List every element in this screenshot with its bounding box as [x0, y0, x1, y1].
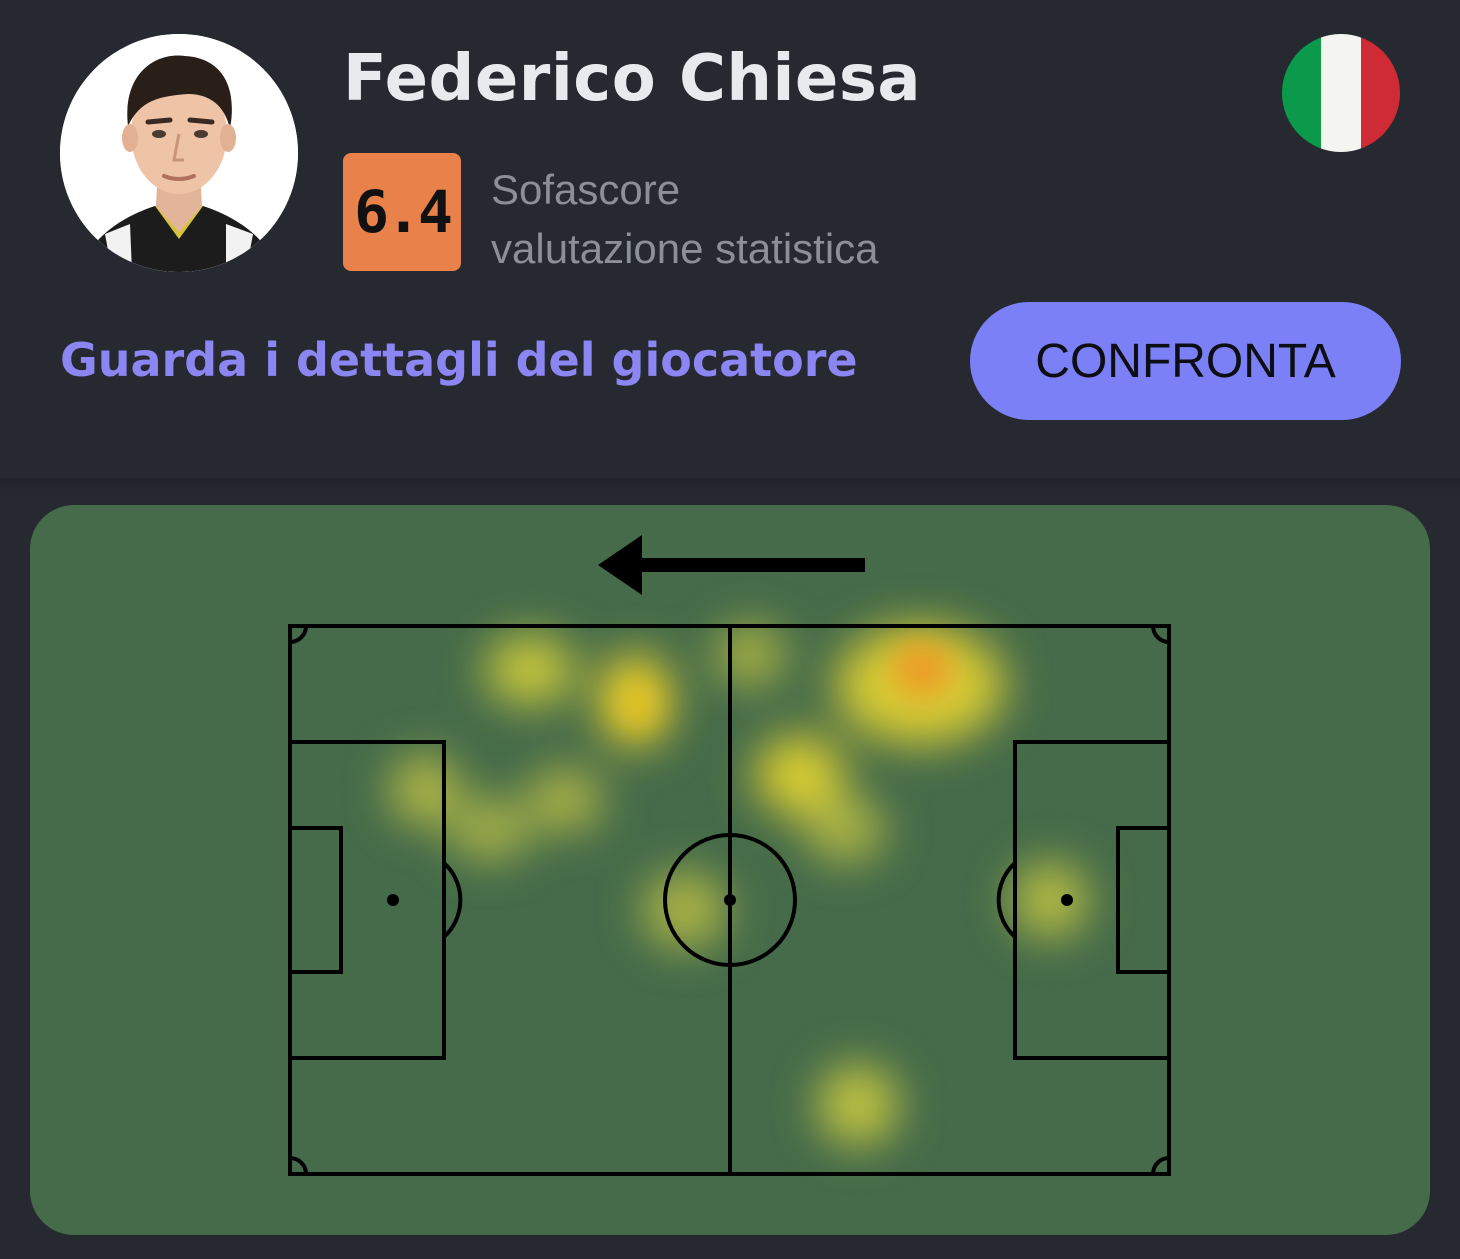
header-divider	[0, 478, 1460, 492]
heatmap-layer	[390, 625, 1088, 1145]
player-name: Federico Chiesa	[343, 42, 922, 116]
rating-label: Sofascore valutazione statistica	[491, 160, 879, 278]
compare-button[interactable]: CONFRONTA	[970, 302, 1401, 420]
rating-label-source: Sofascore	[491, 166, 681, 213]
heatmap-card	[30, 505, 1430, 1235]
heatmap-pitch	[288, 535, 1171, 1176]
attack-direction-arrow-icon	[598, 535, 865, 595]
player-details-link[interactable]: Guarda i dettagli del giocatore	[60, 333, 858, 387]
pitch-spots	[387, 894, 1073, 906]
rating-label-description: valutazione statistica	[491, 225, 879, 272]
player-avatar	[60, 34, 298, 272]
flag-italy-icon	[1282, 34, 1400, 152]
player-heatmap-screen: Federico Chiesa 6.4 Sofascore valutazion…	[0, 0, 1460, 1259]
player-photo-icon	[60, 34, 298, 272]
player-header: Federico Chiesa 6.4 Sofascore valutazion…	[0, 0, 1460, 480]
rating-badge: 6.4	[343, 153, 461, 271]
